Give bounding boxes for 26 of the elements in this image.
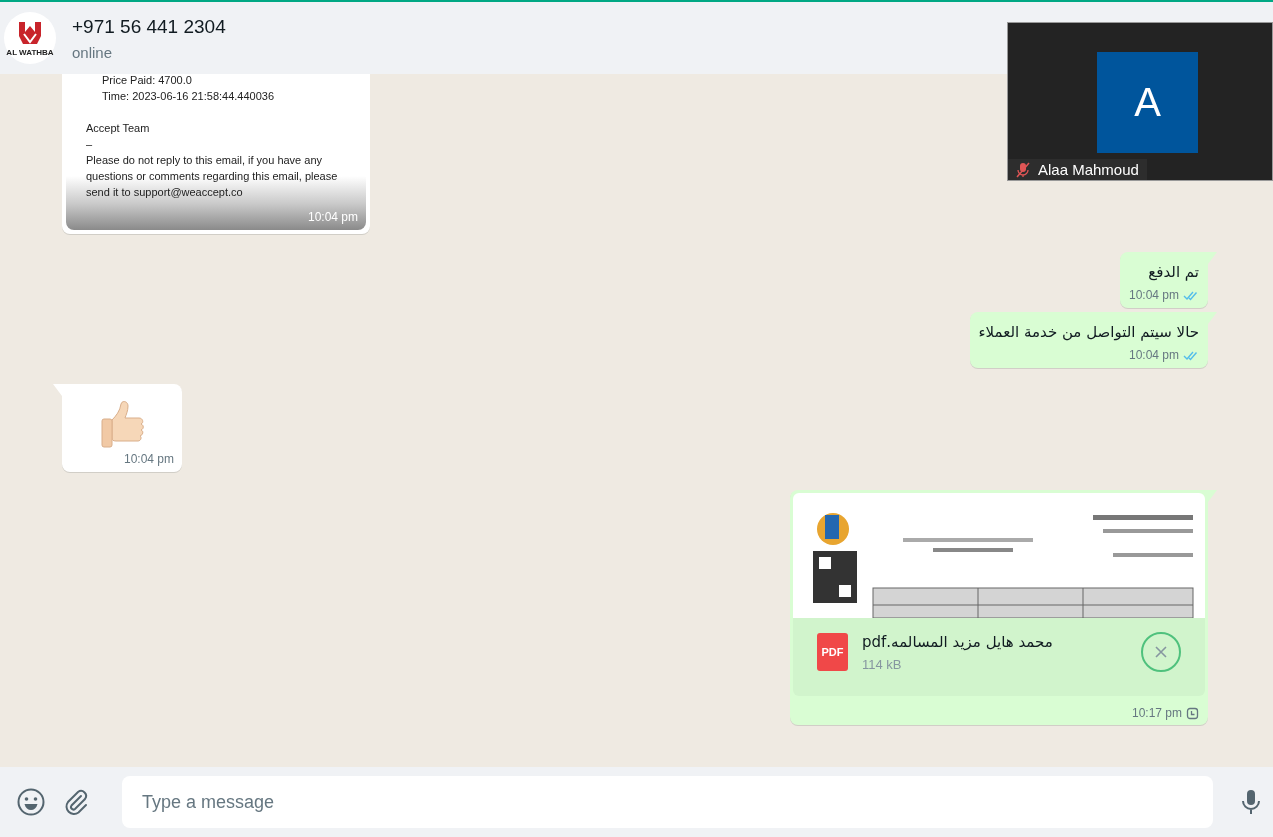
smiley-icon <box>16 787 46 817</box>
logo-caption: AL WATHBA <box>6 47 54 57</box>
participant-avatar: A <box>1097 52 1198 153</box>
close-icon <box>1154 645 1168 659</box>
message-time: 10:04 pm <box>307 210 358 224</box>
message-text: حالا سيتم التواصل من خدمة العملاء <box>978 322 1199 343</box>
message-time: 10:17 pm <box>1131 706 1182 720</box>
file-name: محمد هايل مزيد المسالمه.pdf <box>862 632 1054 651</box>
file-size: 114 kB <box>862 656 903 672</box>
email-text: – <box>86 137 94 152</box>
video-call-window[interactable]: A Alaa Mahmoud <box>1007 22 1273 181</box>
contact-avatar[interactable]: AL WATHBA <box>4 12 56 64</box>
message-time: 10:04 pm <box>1128 288 1179 302</box>
message-input[interactable]: Type a message <box>122 776 1213 828</box>
message-time: 10:04 pm <box>123 452 174 466</box>
message-text: تم الدفع <box>1147 262 1199 283</box>
email-text: Please do not reply to this email, if you have any questions or comments regarding this email, please send it to support@weaccept.co <box>86 153 339 200</box>
email-text: Accept Team <box>86 121 151 136</box>
email-text: Price Paid: 4700.0 <box>101 74 193 88</box>
contact-status: online <box>72 43 114 61</box>
microphone-icon <box>1241 788 1261 816</box>
file-type-label: PDF <box>821 646 844 658</box>
contact-name: +971 56 441 2304 <box>72 15 226 38</box>
email-text: Time: 2023-06-16 21:58:44.440036 <box>101 89 276 104</box>
message-time: 10:04 pm <box>1128 348 1179 362</box>
participant-name: Alaa Mahmoud <box>1038 161 1139 178</box>
